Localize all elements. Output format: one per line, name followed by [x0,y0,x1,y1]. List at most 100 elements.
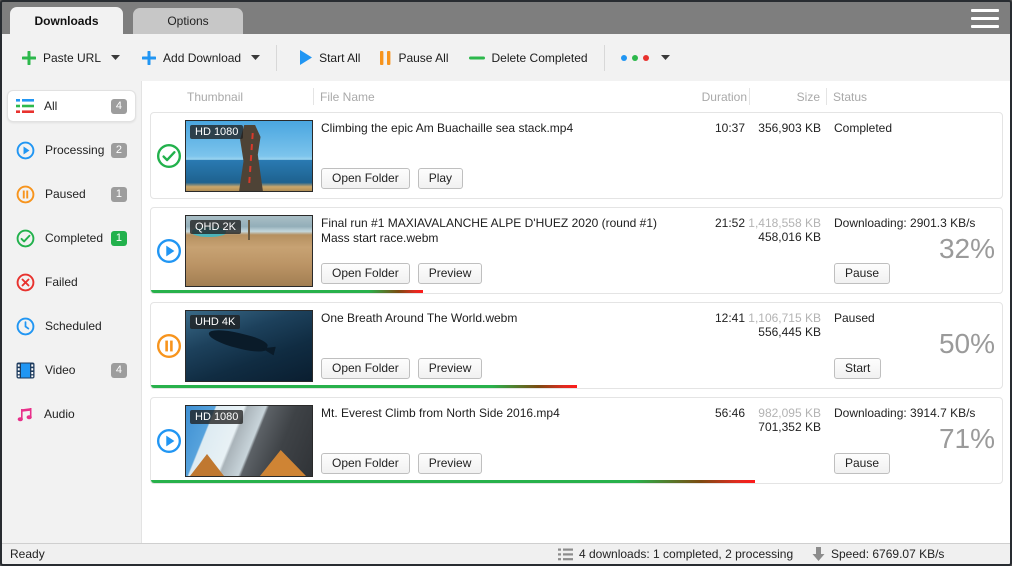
sidebar-item-label: All [44,99,57,113]
video-thumbnail: QHD 2K [185,215,313,287]
ready-status: Ready [10,547,45,561]
dropdown-caret-icon[interactable] [251,55,260,60]
header-separator [826,88,827,105]
pause-button[interactable]: Pause [834,263,890,284]
play-circle-icon [16,141,35,160]
column-header-file-name: File Name [320,90,375,104]
sidebar-item-audio[interactable]: Audio [7,398,136,430]
status-text: Downloading: 3914.7 KB/s [834,406,975,420]
dropdown-caret-icon[interactable] [111,55,120,60]
resolution-badge: QHD 2K [190,220,241,234]
music-note-icon [16,405,34,423]
status-text: Downloading: 2901.3 KB/s [834,216,975,230]
more-actions-button[interactable] [615,49,676,67]
check-circle-icon [156,143,182,169]
download-row[interactable]: QHD 2K Final run #1 MAXIAVALANCHE ALPE D… [150,207,1003,294]
sidebar-item-label: Scheduled [45,319,102,333]
resolution-badge: HD 1080 [190,125,243,139]
sidebar-item-failed[interactable]: Failed [7,266,136,298]
column-header-duration: Duration [642,90,747,104]
sidebar-item-processing[interactable]: Processing 2 [7,134,136,166]
count-badge: 4 [111,363,127,378]
size-total: 1,418,558 KB [691,216,821,230]
x-circle-icon [16,273,35,292]
list-icon [16,98,34,114]
toolbar: Paste URL Add Download Start All Pause A… [2,34,1010,81]
start-button[interactable]: Start [834,358,881,379]
size-downloaded: 458,016 KB [691,230,821,244]
video-thumbnail: HD 1080 [185,120,313,192]
delete-completed-label: Delete Completed [492,51,588,65]
toolbar-separator [276,45,277,71]
play-circle-icon [156,428,182,454]
pause-all-button[interactable]: Pause All [374,45,454,71]
tab-downloads[interactable]: Downloads [10,7,123,34]
paste-url-button[interactable]: Paste URL [16,45,126,71]
minus-icon [469,56,485,60]
column-header-size: Size [758,90,820,104]
pause-circle-icon [156,333,182,359]
count-badge: 4 [111,99,127,114]
pause-all-label: Pause All [398,51,448,65]
plus-icon [142,51,156,65]
start-all-button[interactable]: Start All [293,44,366,71]
downloads-summary: 4 downloads: 1 completed, 2 processing [579,547,793,561]
preview-button[interactable]: Preview [418,263,483,284]
play-button[interactable]: Play [418,168,463,189]
status-bar: Ready 4 downloads: 1 completed, 2 proces… [2,543,1010,564]
delete-completed-button[interactable]: Delete Completed [463,45,594,71]
size-total: 982,095 KB [691,406,821,420]
add-download-label: Add Download [163,51,241,65]
download-row[interactable]: HD 1080 Climbing the epic Am Buachaille … [150,112,1003,199]
progress-percent: 50% [939,328,995,360]
video-thumbnail: HD 1080 [185,405,313,477]
status-text: Paused [834,311,875,325]
overflow-dots-icon [621,55,651,61]
count-badge: 1 [111,231,127,246]
size-downloaded: 356,903 KB [691,121,821,135]
size-downloaded: 556,445 KB [691,325,821,339]
start-all-label: Start All [319,51,360,65]
play-circle-icon [156,238,182,264]
download-row[interactable]: HD 1080 Mt. Everest Climb from North Sid… [150,397,1003,484]
preview-button[interactable]: Preview [418,358,483,379]
column-header-thumbnail: Thumbnail [187,90,243,104]
progress-bar [151,385,577,388]
toolbar-separator [604,45,605,71]
open-folder-button[interactable]: Open Folder [321,168,410,189]
sidebar-item-scheduled[interactable]: Scheduled [7,310,136,342]
open-folder-button[interactable]: Open Folder [321,263,410,284]
status-text: Completed [834,121,892,135]
hamburger-icon[interactable] [971,9,999,28]
add-download-button[interactable]: Add Download [136,45,266,71]
column-header-status: Status [833,90,867,104]
sidebar-item-paused[interactable]: Paused 1 [7,178,136,210]
downloads-list: Thumbnail File Name Duration Size Status… [142,81,1010,543]
pause-button[interactable]: Pause [834,453,890,474]
count-badge: 1 [111,187,127,202]
tab-bar: Downloads Options [2,2,1010,34]
sidebar-item-video[interactable]: Video 4 [7,354,136,386]
progress-percent: 32% [939,233,995,265]
tab-options[interactable]: Options [133,8,243,34]
open-folder-button[interactable]: Open Folder [321,453,410,474]
progress-bar [151,290,423,293]
video-thumbnail: UHD 4K [185,310,313,382]
header-separator [313,88,314,105]
count-badge: 2 [111,143,127,158]
sidebar-item-label: Video [45,363,75,377]
size-downloaded: 701,352 KB [691,420,821,434]
pause-icon [380,51,391,65]
list-header: Thumbnail File Name Duration Size Status [142,81,1010,112]
download-row[interactable]: UHD 4K One Breath Around The World.webm … [150,302,1003,389]
resolution-badge: UHD 4K [190,315,240,329]
sidebar-item-all[interactable]: All 4 [7,90,136,122]
preview-button[interactable]: Preview [418,453,483,474]
play-icon [299,50,312,65]
dropdown-caret-icon[interactable] [661,55,670,60]
pause-circle-icon [16,185,35,204]
sidebar-item-completed[interactable]: Completed 1 [7,222,136,254]
size-total: 1,106,715 KB [691,311,821,325]
open-folder-button[interactable]: Open Folder [321,358,410,379]
resolution-badge: HD 1080 [190,410,243,424]
